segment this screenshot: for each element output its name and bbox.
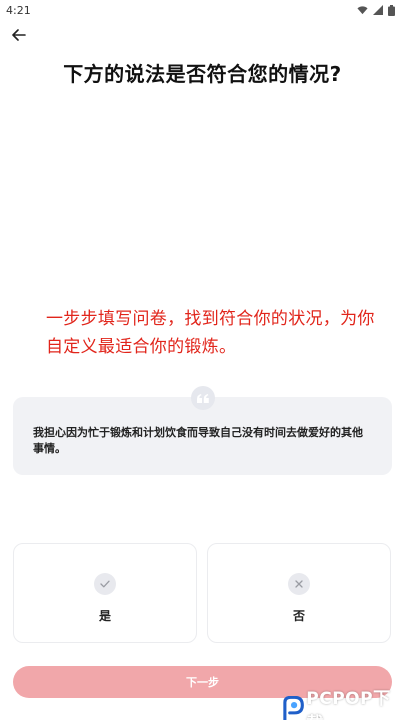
watermark: PCPOP下载	[281, 684, 405, 720]
status-time: 4:21	[6, 3, 31, 17]
option-no-label: 否	[292, 609, 305, 623]
option-yes-card[interactable]: 是	[13, 543, 197, 643]
back-button[interactable]	[8, 24, 30, 46]
overlay-caption: 一步步填写问卷，找到符合你的状况，为你自定义最适合你的锻炼。	[46, 309, 375, 357]
quote-icon	[197, 393, 209, 403]
signal-icon	[373, 5, 383, 15]
wifi-icon	[357, 6, 368, 15]
watermark-text: PCPOP下载	[306, 689, 391, 720]
status-icons	[357, 4, 395, 16]
quote-badge	[191, 386, 215, 410]
status-bar: 4:21	[0, 0, 405, 20]
check-icon	[94, 573, 116, 595]
option-no-card[interactable]: 否	[207, 543, 391, 643]
watermark-logo-icon	[283, 696, 304, 720]
arrow-left-icon	[12, 29, 26, 41]
statement-text: 我担心因为忙于锻炼和计划饮食而导致自己没有时间去做爱好的其他事情。	[33, 426, 363, 455]
battery-icon	[388, 4, 395, 16]
page-title: 下方的说法是否符合您的情况?	[63, 62, 342, 86]
option-yes-label: 是	[98, 609, 111, 623]
close-icon	[288, 573, 310, 595]
